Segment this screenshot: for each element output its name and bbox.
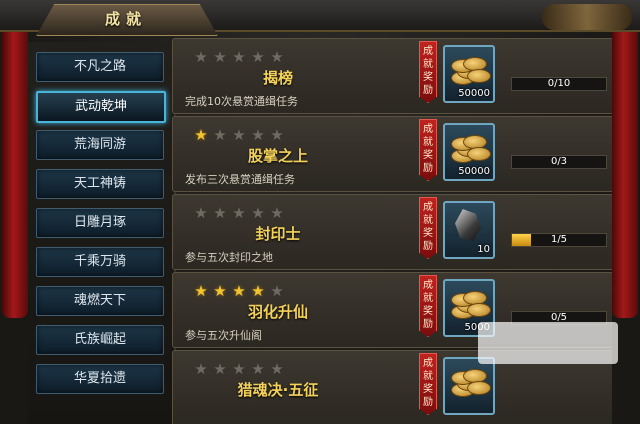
- star-icon: ★: [194, 48, 208, 66]
- sidebar-item[interactable]: 不凡之路: [36, 52, 164, 82]
- gold-coin-icon: [449, 365, 491, 397]
- star-icon: ★: [251, 282, 265, 300]
- achievement-name: 封印士: [255, 225, 301, 243]
- window-title: 成就: [104, 10, 147, 28]
- achievement-name: 股掌之上: [247, 147, 308, 165]
- star-icon: ★: [251, 48, 265, 66]
- star-rating: ★ ★ ★ ★ ★: [193, 359, 288, 377]
- progress-bar: 0/10: [511, 77, 607, 91]
- progress-text: 0/3: [550, 156, 568, 167]
- star-icon: ★: [232, 48, 246, 66]
- star-icon: ★: [251, 126, 265, 144]
- achievement-description: 完成10次悬赏通缉任务: [185, 95, 298, 108]
- star-rating: ★ ★ ★ ★ ★: [193, 203, 288, 221]
- star-icon: ★: [232, 204, 246, 222]
- star-icon: ★: [251, 360, 265, 378]
- star-icon: ★: [270, 282, 284, 300]
- reward-item-slot[interactable]: 50000: [443, 123, 495, 181]
- star-icon: ★: [270, 48, 284, 66]
- reward-tag: 成就奖励: [419, 119, 437, 181]
- star-icon: ★: [232, 360, 246, 378]
- left-curtain-decoration: [2, 18, 28, 318]
- star-icon: ★: [194, 204, 208, 222]
- star-icon: ★: [251, 204, 265, 222]
- sidebar-item[interactable]: 天工神铸: [36, 169, 164, 199]
- sidebar-item[interactable]: 魂燃天下: [36, 286, 164, 316]
- star-icon: ★: [270, 204, 284, 222]
- watermark-logo: [478, 322, 618, 364]
- sidebar-item[interactable]: 千乘万骑: [36, 247, 164, 277]
- category-sidebar: 不凡之路武动乾坤荒海同游天工神铸日雕月琢千乘万骑魂燃天下氏族崛起华夏拾遗: [28, 42, 176, 424]
- crystal-shard-icon: [455, 209, 481, 241]
- sidebar-item[interactable]: 荒海同游: [36, 130, 164, 160]
- star-icon: ★: [213, 282, 227, 300]
- gold-coin-icon: [449, 53, 491, 85]
- star-icon: ★: [232, 126, 246, 144]
- sidebar-item[interactable]: 华夏拾遗: [36, 364, 164, 394]
- reward-count: 50000: [458, 166, 490, 177]
- star-icon: ★: [232, 282, 246, 300]
- progress-bar: 1/5: [511, 233, 607, 247]
- star-rating: ★ ★ ★ ★ ★: [193, 125, 288, 143]
- star-icon: ★: [270, 126, 284, 144]
- progress-text: 1/5: [550, 234, 568, 245]
- star-icon: ★: [270, 360, 284, 378]
- corner-ornament: [542, 4, 632, 30]
- star-icon: ★: [213, 48, 227, 66]
- right-curtain-decoration: [612, 18, 638, 318]
- reward-tag: 成就奖励: [419, 197, 437, 259]
- reward-tag: 成就奖励: [419, 353, 437, 415]
- star-icon: ★: [213, 360, 227, 378]
- sidebar-item[interactable]: 日雕月琢: [36, 208, 164, 238]
- star-rating: ★ ★ ★ ★ ★: [193, 281, 288, 299]
- star-icon: ★: [194, 360, 208, 378]
- reward-tag: 成就奖励: [419, 275, 437, 337]
- achievement-row: ★ ★ ★ ★ ★ 揭榜完成10次悬赏通缉任务 成就奖励 50000 0/10: [172, 38, 612, 114]
- gold-coin-icon: [449, 287, 491, 319]
- achievement-window: 成就 不凡之路 武动乾坤 荒海同游 天工神铸 日雕月琢 千乘万骑 魂燃天下 氏族崛起 华夏拾遗 …: [0, 0, 640, 424]
- achievement-list[interactable]: ★ ★ ★ ★ ★ 揭榜 完成10次悬赏通缉任务 成就奖励 50000 0/10 ★ ★ ★ ★ ★ 股掌之上…: [172, 38, 612, 424]
- achievement-description: 参与五次封印之地: [185, 251, 273, 264]
- reward-item-slot[interactable]: [443, 357, 495, 415]
- achievement-row: ★ ★ ★ ★ ★ 封印士参与五次封印之地 成就奖励 10 1/5: [172, 194, 612, 270]
- reward-count: 10: [477, 244, 490, 255]
- star-rating: ★ ★ ★ ★ ★: [193, 47, 288, 65]
- sidebar-item[interactable]: 氏族崛起: [36, 325, 164, 355]
- star-icon: ★: [194, 126, 208, 144]
- reward-tag: 成就奖励: [419, 41, 437, 103]
- star-icon: ★: [194, 282, 208, 300]
- progress-bar: 0/3: [511, 155, 607, 169]
- reward-count: 50000: [458, 88, 490, 99]
- achievement-name: 羽化升仙: [247, 303, 308, 321]
- gold-coin-icon: [449, 131, 491, 163]
- achievement-name: 猎魂决·五征: [237, 381, 319, 399]
- star-icon: ★: [213, 126, 227, 144]
- sidebar-item[interactable]: 武动乾坤: [36, 91, 166, 123]
- achievement-row: ★ ★ ★ ★ ★ 股掌之上 发布三次悬赏通缉任务 成就奖励 50000 0/3: [172, 116, 612, 192]
- reward-item-slot[interactable]: 10: [443, 201, 495, 259]
- star-icon: ★: [213, 204, 227, 222]
- achievement-description: 发布三次悬赏通缉任务: [185, 173, 295, 186]
- reward-item-slot[interactable]: 50000: [443, 45, 495, 103]
- achievement-description: 参与五次升仙阁: [185, 329, 262, 342]
- progress-text: 0/10: [547, 78, 571, 89]
- achievement-name: 揭榜: [262, 69, 293, 87]
